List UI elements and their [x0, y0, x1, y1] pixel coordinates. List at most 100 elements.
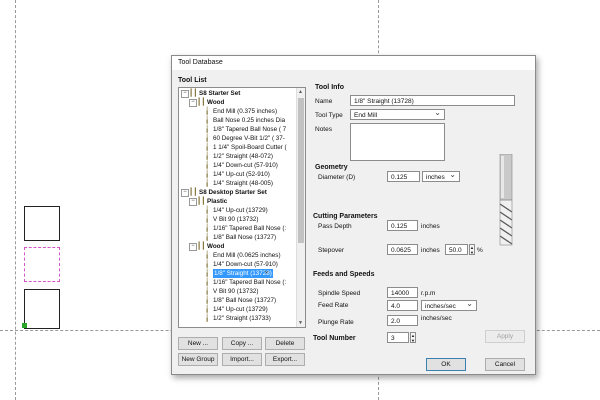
spindle-speed-label: Spindle Speed [318, 290, 361, 297]
tool-bit-icon: ╽ [205, 126, 210, 133]
tool-bit-icon: ╽ [205, 117, 210, 124]
tree-tool-item[interactable]: 1/2" Straight (48-072) [213, 152, 273, 161]
tree-tool-item[interactable]: 1/8" Tapered Ball Nose ( 7 [213, 125, 286, 134]
dialog-title: Tool Database [172, 56, 535, 70]
diameter-label: Diameter (D) [318, 174, 356, 181]
cutting-parameters-heading: Cutting Parameters [313, 213, 378, 220]
tool-bit-icon: ╽ [205, 144, 210, 151]
plunge-rate-units: inches/sec [421, 315, 452, 322]
tree-tool-item[interactable]: 1/4" Down-cut (57-910) [213, 161, 278, 170]
tree-tool-item[interactable]: End Mill (0.0625 inches) [213, 251, 281, 260]
tree-tool-item[interactable]: 1/8" Ball Nose (13727) [213, 233, 276, 242]
tool-bit-icon: ╽ [205, 162, 210, 169]
tree-group-item[interactable]: Plastic [207, 197, 227, 206]
canvas-square-shape[interactable] [24, 206, 60, 241]
tool-type-label: Tool Type [315, 112, 343, 119]
tool-bit-icon: ╽ [205, 297, 210, 304]
name-label: Name [315, 98, 333, 105]
tool-bit-icon: ╽ [205, 171, 210, 178]
diameter-input[interactable]: 0.125 [387, 171, 420, 182]
tool-number-input[interactable]: 3 [387, 332, 409, 343]
tool-tree[interactable]: ▲ ▼ − ┃┃ S8 Starter Set − ┃┃ Wood ╽ End Mill (0… [178, 87, 306, 328]
tool-bit-icon: ╽ [205, 306, 210, 313]
canvas-dashed-selection[interactable] [24, 247, 60, 282]
tree-tool-item[interactable]: 1/4" Up-cut (13729) [213, 305, 268, 314]
cancel-button[interactable]: Cancel [485, 358, 525, 371]
tool-bit-icon: ╽ [205, 180, 210, 187]
tool-bit-icon: ╽ [205, 225, 210, 232]
tree-tool-item[interactable]: 1/4" Up-cut (13729) [213, 206, 268, 215]
new-tool-button[interactable]: New ... [178, 337, 218, 350]
tree-tool-item[interactable]: 1/16" Tapered Ball Nose (: [213, 278, 286, 287]
tree-group-item[interactable]: Wood [207, 98, 224, 107]
stepover-percent-input[interactable]: 50.0 [445, 244, 468, 255]
tool-group-icon: ┃┃ [189, 189, 198, 196]
tree-expander-icon[interactable]: − [189, 243, 197, 251]
tree-group-item[interactable]: S8 Starter Set [199, 89, 240, 98]
tree-expander-icon[interactable]: − [189, 99, 197, 107]
ok-button[interactable]: OK [426, 358, 466, 371]
feeds-speeds-heading: Feeds and Speeds [313, 271, 375, 278]
tree-group-item[interactable]: Wood [207, 242, 224, 251]
tool-bit-icon: ╽ [205, 279, 210, 286]
tool-group-icon: ┃┃ [197, 198, 206, 205]
plunge-rate-input[interactable]: 2.0 [387, 315, 418, 326]
tool-type-select[interactable]: End Mill [350, 109, 445, 120]
tree-scrollbar[interactable]: ▲ ▼ [296, 88, 305, 327]
feed-rate-units-select[interactable]: inches/sec [421, 300, 477, 311]
tree-expander-icon[interactable]: − [181, 90, 189, 98]
tree-group-item[interactable]: S8 Desktop Starter Set [199, 188, 267, 197]
name-input[interactable]: 1/8" Straight (13728) [350, 95, 515, 106]
tool-bit-icon: ╽ [205, 252, 210, 259]
import-button[interactable]: Import... [222, 353, 262, 366]
tool-bit-icon: ╽ [205, 207, 210, 214]
tool-bit-icon: ╽ [205, 135, 210, 142]
plunge-rate-label: Plunge Rate [318, 319, 354, 326]
stepover-input[interactable]: 0.0625 [387, 244, 418, 255]
copy-tool-button[interactable]: Copy ... [222, 337, 262, 350]
geometry-heading: Geometry [315, 164, 348, 171]
tree-tool-item[interactable]: 60 Degree V-Bit 1/2" ( 37- [213, 134, 285, 143]
scroll-thumb[interactable] [298, 98, 304, 243]
tree-tool-item[interactable]: 1/4" Straight (48-005) [213, 179, 273, 188]
notes-label: Notes [315, 126, 332, 133]
end-mill-icon [499, 154, 513, 246]
scroll-up-icon[interactable]: ▲ [298, 89, 303, 95]
canvas-square-shape-2[interactable] [24, 289, 60, 329]
spindle-speed-units: r.p.m [421, 290, 436, 297]
tree-tool-item[interactable]: V Bit 90 (13732) [213, 287, 259, 296]
tree-tool-item[interactable]: 1/16" Tapered Ball Nose (: [213, 224, 286, 233]
tree-tool-item[interactable]: Ball Nose 0.25 inches Dia [213, 116, 285, 125]
diameter-units-select[interactable]: inches [422, 171, 460, 182]
tool-bit-icon: ╽ [205, 216, 210, 223]
tree-tool-item[interactable]: 1/8" Straight (13728) [213, 266, 273, 278]
tree-tool-item[interactable]: 1/4" Up-cut (52-910) [213, 170, 270, 179]
feed-rate-input[interactable]: 4.0 [387, 300, 418, 311]
tool-group-icon: ┃┃ [197, 99, 206, 106]
scroll-down-icon[interactable]: ▼ [298, 320, 303, 326]
tool-number-label: Tool Number [313, 335, 356, 342]
notes-textarea[interactable] [350, 123, 445, 161]
tool-bit-icon: ╽ [205, 108, 210, 115]
spindle-speed-input[interactable]: 14000 [387, 287, 418, 298]
export-button[interactable]: Export... [265, 353, 305, 366]
tree-expander-icon[interactable]: − [181, 189, 189, 197]
feed-rate-label: Feed Rate [318, 302, 349, 309]
tool-number-spinner-icon[interactable]: ▲ ▼ [410, 332, 416, 343]
tree-tool-item[interactable]: 1 1/4" Spoil-Board Cutter ( [213, 143, 287, 152]
apply-button[interactable]: Apply [485, 330, 525, 343]
tool-bit-icon: ╽ [205, 234, 210, 241]
tool-group-icon: ┃┃ [189, 90, 198, 97]
pass-depth-input[interactable]: 0.125 [387, 220, 418, 231]
tree-tool-item[interactable]: V Bit 90 (13732) [213, 215, 259, 224]
tree-tool-item[interactable]: 1/8" Ball Nose (13727) [213, 296, 276, 305]
tree-tool-item[interactable]: 1/2" Straight (13733) [213, 314, 271, 323]
canvas-origin-marker [22, 323, 27, 328]
stepover-spinner-icon[interactable]: ▲ ▼ [469, 244, 475, 255]
tool-list-label: Tool List [178, 77, 207, 84]
percent-symbol: % [477, 247, 483, 254]
tree-expander-icon[interactable]: − [189, 198, 197, 206]
delete-tool-button[interactable]: Delete [265, 337, 305, 350]
tree-tool-item[interactable]: End Mill (0.375 inches) [213, 107, 277, 116]
new-group-button[interactable]: New Group [178, 353, 218, 366]
